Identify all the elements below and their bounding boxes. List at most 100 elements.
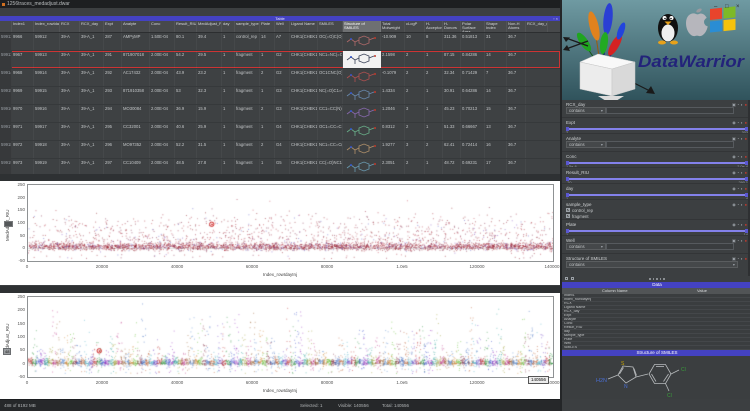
cell[interactable]: 48.72 (443, 159, 461, 174)
cell[interactable]: 9968 (12, 69, 34, 86)
cell[interactable]: 0.64286 (461, 87, 485, 104)
cell[interactable]: fragment (235, 105, 260, 122)
table-row[interactable]: 5991599695991539-A39-A_12938719103582.00… (0, 87, 560, 105)
filter-range-slider[interactable] (566, 127, 748, 131)
cell[interactable]: 39-A_1 (80, 69, 104, 86)
cell[interactable]: 1 (425, 159, 443, 174)
cell[interactable]: 59914 (34, 69, 60, 86)
cell[interactable]: 36.7 (507, 141, 526, 158)
cell[interactable]: 40.6 (175, 123, 197, 140)
cell[interactable]: 1 (425, 123, 443, 140)
column-header-shape-index[interactable]: Shape Index (485, 21, 507, 32)
cell[interactable]: 59918 (34, 141, 60, 158)
table-row[interactable]: 5991499685991439-A39-A_1292AC174322.00E-… (0, 69, 560, 87)
column-header-smiles[interactable]: SMILES (318, 21, 343, 32)
main-table[interactable]: Index1Index_rowIdayInjRCXRCX_dayExptAnal… (0, 21, 560, 174)
cell[interactable]: 39-A_1 (80, 141, 104, 158)
cell[interactable]: OC1=CC=CN=C1 (318, 123, 343, 140)
column-header-clogp[interactable]: cLogP (405, 21, 425, 32)
cell[interactable]: 1 (222, 51, 235, 68)
filter-invert-icon[interactable]: ◑ (740, 202, 743, 207)
column-header-conc[interactable]: Conc (150, 21, 175, 32)
cell[interactable]: 2 (425, 69, 443, 86)
cell[interactable]: 15.9 (197, 105, 222, 122)
cell[interactable]: 14 (485, 51, 507, 68)
cell[interactable]: A7 (275, 33, 290, 50)
cell[interactable]: 39-A (60, 105, 80, 122)
cell[interactable]: 39-A (60, 51, 80, 68)
cell[interactable]: 14 (485, 87, 507, 104)
cell[interactable]: 2 (260, 69, 275, 86)
table-row[interactable]: 5991899725991839-A39-A_1296MO973522.00E-… (0, 141, 560, 159)
cell[interactable]: CC32001 (122, 123, 150, 140)
structure-operator-select[interactable]: contains▾ (566, 261, 738, 268)
cell[interactable]: NC1=CC=C(Cl)C=C1 (318, 141, 343, 158)
plot-area[interactable] (27, 296, 554, 378)
cell[interactable]: 36.7 (507, 159, 526, 174)
cell[interactable]: 0.72414 (461, 141, 485, 158)
cell[interactable]: fragment (235, 141, 260, 158)
cell[interactable]: 39-A_1 (80, 51, 104, 68)
cell[interactable]: 287 (104, 33, 122, 50)
cell[interactable]: 311.36 (443, 33, 461, 50)
cell[interactable]: 0.51813 (461, 33, 485, 50)
scatter-plot-middle[interactable]: MedAdjust_RIU250200150100500-50020000400… (0, 181, 560, 285)
cell[interactable]: 39-A_1 (80, 159, 104, 174)
filter-invert-icon[interactable]: ◑ (740, 120, 743, 125)
cell[interactable]: fragment (235, 123, 260, 140)
cell[interactable]: 2 (405, 87, 425, 104)
cell[interactable]: 294 (104, 105, 122, 122)
cell[interactable]: 2.1598 (381, 51, 405, 68)
filter-range-slider[interactable] (566, 177, 748, 181)
cell[interactable]: 52.2 (175, 141, 197, 158)
filter-text-input[interactable] (606, 141, 734, 148)
cell[interactable]: 36.7 (507, 69, 526, 86)
cell[interactable]: G2 (275, 51, 290, 68)
column-header-structure-of-smiles[interactable]: Structure of SMILES (343, 21, 381, 32)
filter-operator-select[interactable]: contains▾ (566, 243, 606, 250)
cell[interactable]: 2.00E-04 (150, 141, 175, 158)
cell[interactable]: 39-A (60, 87, 80, 104)
filter-invert-icon[interactable]: ◑ (740, 136, 743, 141)
cell[interactable]: 2.00E-04 (150, 51, 175, 68)
slider-handle-min[interactable] (566, 193, 569, 197)
table-row[interactable]: 5991699705991639-A39-A_1294MO300842.00E-… (0, 105, 560, 123)
filter-operator-select[interactable]: contains▾ (566, 107, 606, 114)
cell[interactable]: -10.909 (381, 33, 405, 50)
structure-cell[interactable] (343, 105, 381, 122)
slider-handle-min[interactable] (566, 127, 569, 131)
cell[interactable]: 1 (222, 159, 235, 174)
filter-invert-icon[interactable]: ◑ (740, 238, 743, 243)
cell[interactable]: 29.5 (197, 51, 222, 68)
column-header-result-riu[interactable]: Result_RIU (175, 21, 197, 32)
filter-invert-icon[interactable]: ◑ (740, 222, 743, 227)
cell[interactable]: 9967 (12, 51, 34, 68)
cell[interactable]: 295 (104, 123, 122, 140)
cell[interactable]: G2 (275, 69, 290, 86)
cell[interactable]: CHK1(CHEK1) (290, 141, 318, 158)
cell[interactable]: 9966 (12, 33, 34, 50)
cell[interactable]: 43.9 (175, 69, 197, 86)
cell[interactable]: 9969 (12, 87, 34, 104)
cell[interactable]: 36.7 (507, 51, 526, 68)
cell[interactable]: 2 (405, 69, 425, 86)
checkbox-icon[interactable]: ✓ (566, 208, 570, 212)
cell[interactable]: 2 (260, 105, 275, 122)
cell[interactable]: 53 (175, 87, 197, 104)
cell[interactable]: 27.8 (197, 159, 222, 174)
cell[interactable]: 1 (425, 51, 443, 68)
cell[interactable]: 1.2046 (381, 105, 405, 122)
cell[interactable]: MO97352 (122, 141, 150, 158)
cell[interactable]: 1 (260, 123, 275, 140)
filter-invert-icon[interactable]: ◑ (740, 186, 743, 191)
cell[interactable]: 1 (222, 141, 235, 158)
cell[interactable]: 48.5 (175, 159, 197, 174)
cell[interactable]: 2 (425, 141, 443, 158)
cell[interactable]: 59919 (34, 159, 60, 174)
cell[interactable]: NC1=NC(=CS1)C1CC1 (318, 51, 343, 68)
cell[interactable]: G3 (275, 87, 290, 104)
cell[interactable]: 1 (260, 51, 275, 68)
cell[interactable]: 2.00E-04 (150, 123, 175, 140)
filter-operator-select[interactable]: contains▾ (566, 141, 606, 148)
cell[interactable]: 13 (485, 123, 507, 140)
